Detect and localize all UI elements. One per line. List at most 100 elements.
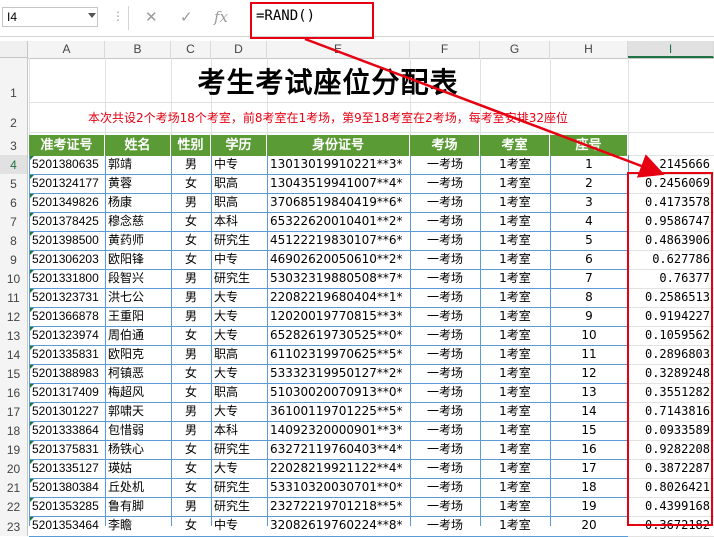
education-cell[interactable]: 研究生 <box>211 231 267 250</box>
exam-id-cell[interactable]: 5201335127 <box>29 459 105 478</box>
name-cell[interactable]: 黄药师 <box>105 231 171 250</box>
education-cell[interactable]: 职高 <box>211 193 267 212</box>
seat-cell[interactable]: 17 <box>550 459 628 478</box>
id-card-cell[interactable]: 14092320000901**3* <box>267 421 410 440</box>
exam-site-cell[interactable]: 一考场 <box>410 440 480 459</box>
column-header-f[interactable]: F <box>410 41 480 58</box>
exam-room-cell[interactable]: 1考室 <box>480 231 550 250</box>
column-header-g[interactable]: G <box>480 41 550 58</box>
id-card-cell[interactable]: 53310320030701**0* <box>267 478 410 497</box>
column-header-e[interactable]: E <box>267 41 410 58</box>
name-cell[interactable]: 梅超风 <box>105 383 171 402</box>
header-seat[interactable]: 座号 <box>550 135 628 156</box>
sex-cell[interactable]: 女 <box>171 383 211 402</box>
name-box[interactable]: I4 <box>2 7 98 27</box>
id-card-cell[interactable]: 65282619730525**0* <box>267 326 410 345</box>
id-card-cell[interactable]: 13013019910221**3* <box>267 155 410 174</box>
sex-cell[interactable]: 女 <box>171 440 211 459</box>
education-cell[interactable]: 中专 <box>211 155 267 174</box>
seat-cell[interactable]: 6 <box>550 250 628 269</box>
exam-id-cell[interactable]: 5201335831 <box>29 345 105 364</box>
row-header-4[interactable]: 4 <box>0 155 28 174</box>
sex-cell[interactable]: 男 <box>171 155 211 174</box>
id-card-cell[interactable]: 51030020070913**0* <box>267 383 410 402</box>
row-header-10[interactable]: 10 <box>0 269 28 288</box>
seat-cell[interactable]: 3 <box>550 193 628 212</box>
sex-cell[interactable]: 女 <box>171 250 211 269</box>
seat-cell[interactable]: 8 <box>550 288 628 307</box>
row-header-12[interactable]: 12 <box>0 307 28 326</box>
exam-site-cell[interactable]: 一考场 <box>410 250 480 269</box>
row-header-13[interactable]: 13 <box>0 326 28 345</box>
education-cell[interactable]: 大专 <box>211 288 267 307</box>
id-card-cell[interactable]: 36100119701225**5* <box>267 402 410 421</box>
sex-cell[interactable]: 男 <box>171 497 211 516</box>
id-card-cell[interactable]: 65322620010401**2* <box>267 212 410 231</box>
education-cell[interactable]: 研究生 <box>211 269 267 288</box>
sex-cell[interactable]: 女 <box>171 212 211 231</box>
id-card-cell[interactable]: 12020019770815**3* <box>267 307 410 326</box>
row-header-21[interactable]: 21 <box>0 478 28 497</box>
id-card-cell[interactable]: 63272119760403**4* <box>267 440 410 459</box>
name-cell[interactable]: 洪七公 <box>105 288 171 307</box>
header-name[interactable]: 姓名 <box>105 135 171 156</box>
exam-room-cell[interactable]: 1考室 <box>480 364 550 383</box>
row-header-22[interactable]: 22 <box>0 497 28 516</box>
exam-site-cell[interactable]: 一考场 <box>410 402 480 421</box>
education-cell[interactable]: 职高 <box>211 174 267 193</box>
exam-room-cell[interactable]: 1考室 <box>480 212 550 231</box>
column-header-d[interactable]: D <box>211 41 267 58</box>
sex-cell[interactable]: 女 <box>171 364 211 383</box>
exam-site-cell[interactable]: 一考场 <box>410 174 480 193</box>
name-cell[interactable]: 包惜弱 <box>105 421 171 440</box>
education-cell[interactable]: 大专 <box>211 402 267 421</box>
row-header-23[interactable]: 23 <box>0 516 28 536</box>
row-header-19[interactable]: 19 <box>0 440 28 459</box>
exam-id-cell[interactable]: 5201324177 <box>29 174 105 193</box>
exam-id-cell[interactable]: 5201323731 <box>29 288 105 307</box>
exam-id-cell[interactable]: 5201378425 <box>29 212 105 231</box>
header-exam-id[interactable]: 准考证号 <box>29 135 105 156</box>
exam-id-cell[interactable]: 5201331800 <box>29 269 105 288</box>
name-cell[interactable]: 段智兴 <box>105 269 171 288</box>
exam-site-cell[interactable]: 一考场 <box>410 269 480 288</box>
exam-site-cell[interactable]: 一考场 <box>410 307 480 326</box>
exam-site-cell[interactable]: 一考场 <box>410 478 480 497</box>
more-options-icon[interactable]: ⋮ <box>112 9 124 23</box>
header-exam-room[interactable]: 考室 <box>480 135 550 156</box>
exam-room-cell[interactable]: 1考室 <box>480 459 550 478</box>
row-header-8[interactable]: 8 <box>0 231 28 250</box>
insert-function-icon[interactable]: fx <box>214 8 228 26</box>
exam-room-cell[interactable]: 1考室 <box>480 269 550 288</box>
sex-cell[interactable]: 男 <box>171 307 211 326</box>
row-header-5[interactable]: 5 <box>0 174 28 193</box>
enter-icon[interactable]: ✓ <box>180 8 193 26</box>
education-cell[interactable]: 职高 <box>211 345 267 364</box>
column-header-c[interactable]: C <box>171 41 211 58</box>
name-cell[interactable]: 郭啸天 <box>105 402 171 421</box>
id-card-cell[interactable]: 53332319950127**2* <box>267 364 410 383</box>
education-cell[interactable]: 大专 <box>211 459 267 478</box>
sex-cell[interactable]: 男 <box>171 288 211 307</box>
education-cell[interactable]: 职高 <box>211 383 267 402</box>
header-id-card[interactable]: 身份证号 <box>267 135 410 156</box>
exam-room-cell[interactable]: 1考室 <box>480 440 550 459</box>
column-header-b[interactable]: B <box>105 41 171 58</box>
exam-room-cell[interactable]: 1考室 <box>480 421 550 440</box>
name-cell[interactable]: 周伯通 <box>105 326 171 345</box>
row-header-6[interactable]: 6 <box>0 193 28 212</box>
id-card-cell[interactable]: 22028219921122**4* <box>267 459 410 478</box>
seat-cell[interactable]: 18 <box>550 478 628 497</box>
exam-id-cell[interactable]: 5201349826 <box>29 193 105 212</box>
education-cell[interactable]: 中专 <box>211 250 267 269</box>
exam-id-cell[interactable]: 5201306203 <box>29 250 105 269</box>
exam-room-cell[interactable]: 1考室 <box>480 497 550 516</box>
exam-site-cell[interactable]: 一考场 <box>410 459 480 478</box>
sex-cell[interactable]: 女 <box>171 478 211 497</box>
seat-cell[interactable]: 12 <box>550 364 628 383</box>
name-cell[interactable]: 穆念慈 <box>105 212 171 231</box>
exam-room-cell[interactable]: 1考室 <box>480 307 550 326</box>
seat-cell[interactable]: 16 <box>550 440 628 459</box>
exam-site-cell[interactable]: 一考场 <box>410 364 480 383</box>
name-cell[interactable]: 杨铁心 <box>105 440 171 459</box>
